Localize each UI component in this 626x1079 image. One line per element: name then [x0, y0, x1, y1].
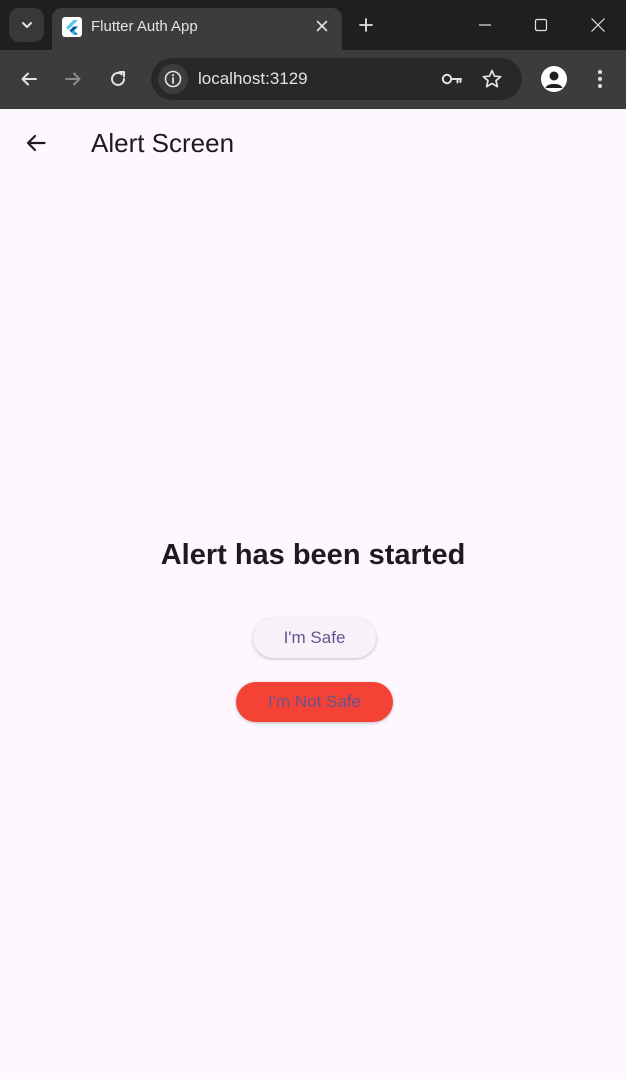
app-back-button[interactable]	[14, 121, 58, 165]
im-not-safe-button[interactable]: I'm Not Safe	[236, 682, 393, 722]
password-manager-button[interactable]	[440, 67, 464, 91]
key-icon	[441, 73, 462, 85]
more-vert-icon	[598, 70, 602, 88]
star-icon	[482, 69, 502, 88]
im-safe-button[interactable]: I'm Safe	[253, 618, 376, 658]
app-viewport: Alert Screen Alert has been started I'm …	[0, 109, 626, 1079]
tab-close-button[interactable]	[312, 16, 332, 36]
bookmark-button[interactable]	[480, 67, 504, 91]
address-bar[interactable]: localhost:3129	[151, 58, 522, 100]
profile-icon	[545, 71, 563, 88]
alert-status-heading: Alert has been started	[160, 539, 466, 571]
info-icon	[164, 70, 182, 88]
minimize-icon	[479, 24, 491, 26]
maximize-window-button[interactable]	[530, 14, 552, 36]
reload-button[interactable]	[106, 67, 130, 91]
close-window-button[interactable]	[587, 14, 609, 36]
site-info-button[interactable]	[158, 64, 188, 94]
url-text[interactable]: localhost:3129	[198, 69, 308, 89]
arrow-right-icon	[65, 72, 81, 86]
browser-tabstrip: Flutter Auth App	[0, 0, 626, 50]
browser-tab-active[interactable]: Flutter Auth App	[52, 8, 342, 50]
browser-menu-button[interactable]	[588, 67, 612, 91]
profile-button[interactable]	[541, 66, 567, 92]
page-title: Alert Screen	[91, 128, 235, 158]
chevron-down-icon	[21, 22, 32, 28]
back-button[interactable]	[17, 67, 41, 91]
app-bar: Alert Screen	[0, 109, 626, 179]
close-icon	[591, 18, 605, 32]
minimize-window-button[interactable]	[474, 14, 496, 36]
arrow-back-icon	[26, 134, 46, 152]
tab-search-button[interactable]	[9, 8, 44, 42]
plus-icon	[359, 18, 373, 32]
tab-title: Flutter Auth App	[91, 18, 198, 35]
new-tab-button[interactable]	[356, 15, 376, 35]
browser-toolbar: localhost:3129	[0, 50, 626, 109]
close-icon	[316, 20, 328, 32]
forward-button[interactable]	[61, 67, 85, 91]
reload-icon	[111, 71, 125, 86]
maximize-icon	[534, 18, 548, 32]
arrow-left-icon	[21, 72, 37, 86]
flutter-logo-icon	[62, 17, 82, 37]
